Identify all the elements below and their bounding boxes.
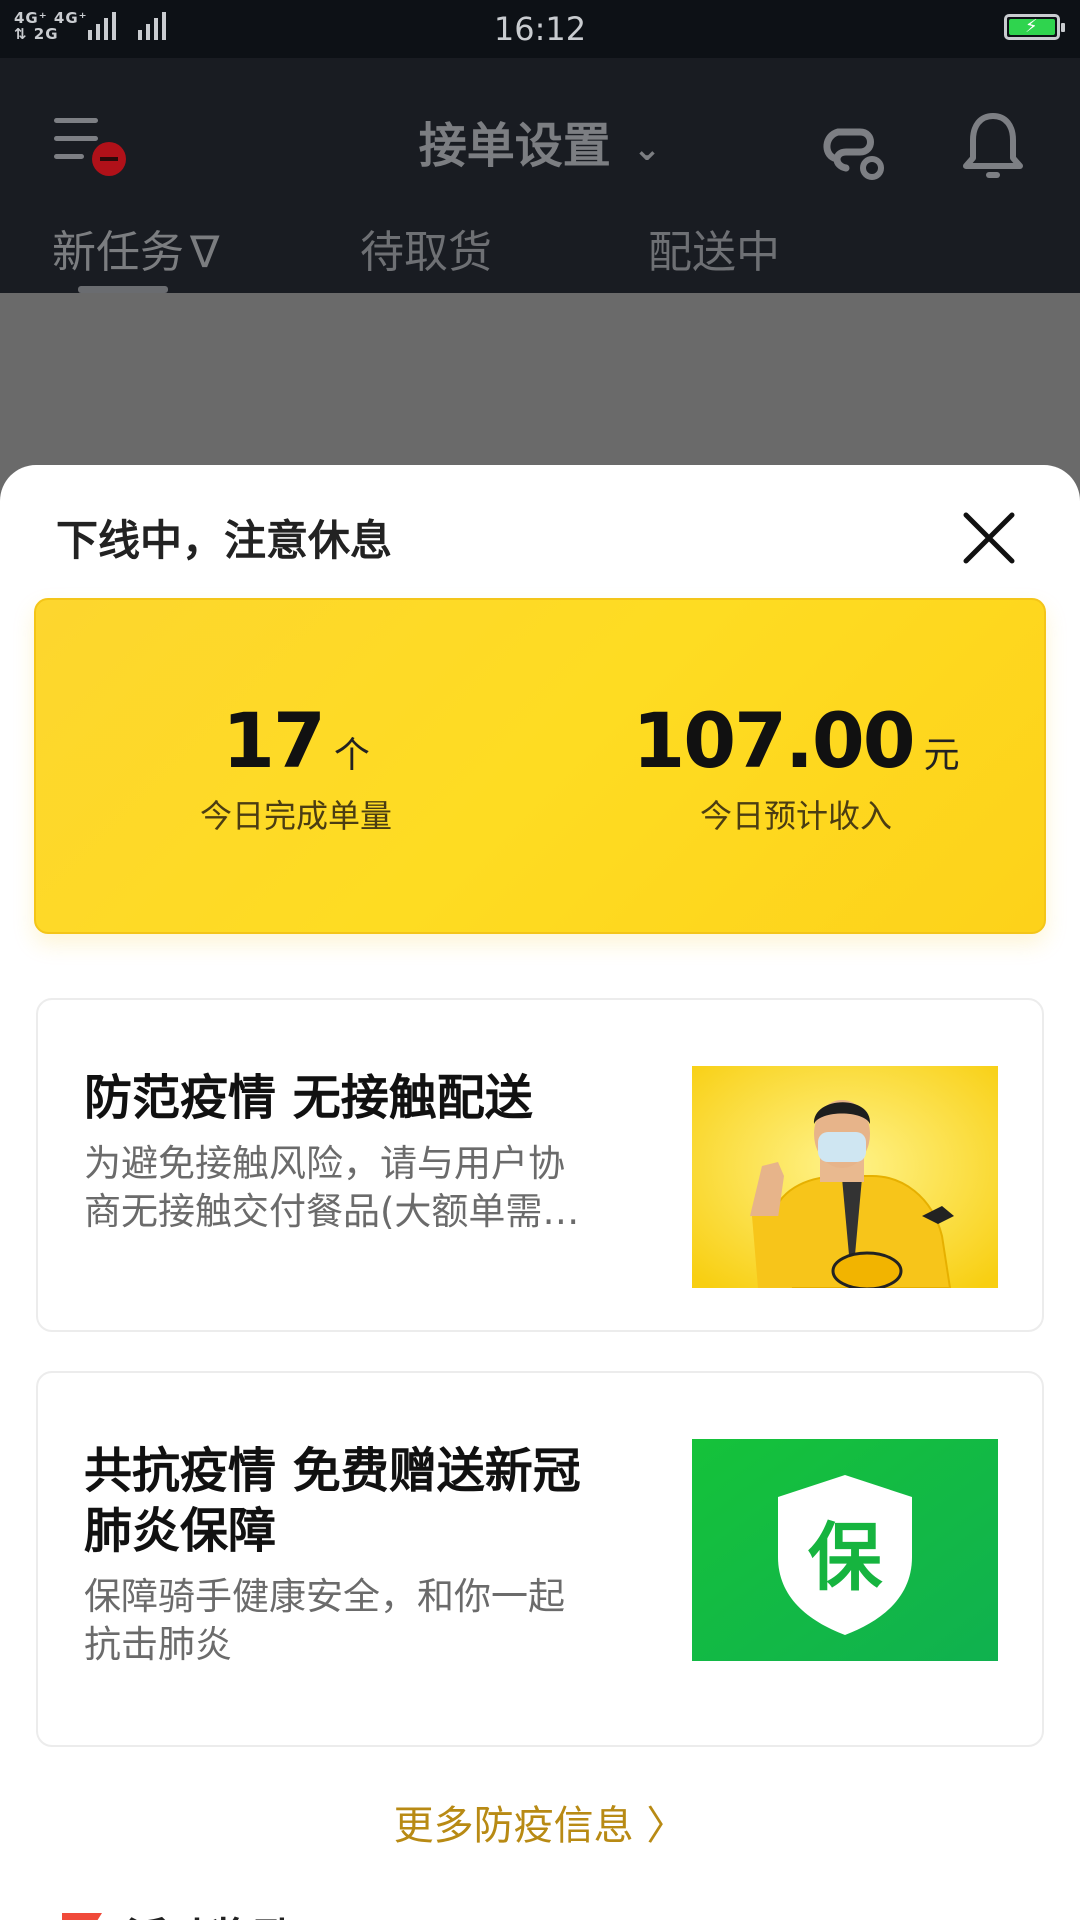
promo-title: 共抗疫情 免费赠送新冠 肺炎保障 xyxy=(84,1441,624,1561)
estimated-income-value: 107.00 xyxy=(632,696,915,785)
promo-description: 为避免接触风险，请与用户协 商无接触交付餐品(大额单需… xyxy=(84,1140,634,1236)
notification-bell-icon[interactable] xyxy=(960,110,1026,186)
tab-label: 配送中 xyxy=(648,227,780,278)
charging-icon: ⚡ xyxy=(1025,16,1038,37)
free-insurance-card[interactable]: 共抗疫情 免费赠送新冠 肺炎保障 保障骑手健康安全，和你一起 抗击肺炎 保 xyxy=(36,1371,1044,1747)
estimated-income-label: 今日预计收入 xyxy=(699,797,892,835)
promo-desc-line: 商无接触交付餐品(大额单需… xyxy=(84,1190,580,1233)
chevron-down-icon: ⌄ xyxy=(632,129,662,169)
insurance-badge-char: 保 xyxy=(808,1515,883,1601)
activity-rewards-row: 活动奖励 更多奖励活动 〉 xyxy=(0,1885,1080,1920)
tab-label: 新任务 xyxy=(52,227,184,278)
tab-new-tasks[interactable]: 新任务 ∇ xyxy=(52,216,219,280)
tab-label: 待取货 xyxy=(360,227,492,278)
filter-icon[interactable]: ∇ xyxy=(190,227,219,278)
app-header: 接单设置 ⌄ 新任务 ∇ 待取货 配送中 xyxy=(0,58,1080,293)
order-tabs: 新任务 ∇ 待取货 配送中 xyxy=(0,208,1080,293)
promo-title-line: 共抗疫情 免费赠送新冠 xyxy=(84,1443,581,1499)
today-stats-card[interactable]: 17 个 今日完成单量 107.00 元 今日预计收入 xyxy=(34,598,1046,934)
estimated-income-stat: 107.00 元 今日预计收入 xyxy=(536,696,1056,837)
promo-desc-line: 抗击肺炎 xyxy=(84,1623,232,1666)
status-bar: 4G⁺ 4G⁺ ⇅ 2G 16:12 ⚡ xyxy=(0,0,1080,58)
active-tab-indicator xyxy=(78,286,168,293)
more-epidemic-info-link[interactable]: 更多防疫信息 〉 xyxy=(0,1793,1080,1851)
close-icon[interactable] xyxy=(962,511,1016,565)
order-settings-dropdown[interactable]: 接单设置 ⌄ xyxy=(0,106,1080,176)
promo-description: 保障骑手健康安全，和你一起 抗击肺炎 xyxy=(84,1573,634,1669)
completed-orders-value: 17 xyxy=(222,696,326,785)
promo-desc-line: 保障骑手健康安全，和你一起 xyxy=(84,1575,565,1618)
estimated-income-unit: 元 xyxy=(923,735,960,776)
contactless-delivery-card[interactable]: 防范疫情 无接触配送 为避免接触风险，请与用户协 商无接触交付餐品(大额单需… xyxy=(36,998,1044,1332)
masked-rider-image xyxy=(692,1066,998,1288)
battery-icon: ⚡ xyxy=(1004,14,1065,40)
completed-orders-label: 今日完成单量 xyxy=(199,797,392,835)
promo-desc-line: 为避免接触风险，请与用户协 xyxy=(84,1142,565,1185)
insurance-shield-image: 保 xyxy=(692,1439,998,1661)
completed-orders-unit: 个 xyxy=(333,735,370,776)
tab-delivering[interactable]: 配送中 xyxy=(648,216,780,280)
offline-summary-sheet: 下线中，注意休息 17 个 今日完成单量 107.00 元 今日预计收入 防范疫情 … xyxy=(0,465,1080,1920)
header-title: 接单设置 xyxy=(418,118,611,174)
promo-title-line: 肺炎保障 xyxy=(84,1503,277,1559)
tab-awaiting-pickup[interactable]: 待取货 xyxy=(360,216,492,280)
promo-title: 防范疫情 无接触配送 xyxy=(84,1070,533,1126)
status-time: 16:12 xyxy=(493,10,587,48)
more-rewards-link[interactable]: 更多奖励活动 〉 xyxy=(766,1909,1044,1920)
completed-orders-stat: 17 个 今日完成单量 xyxy=(36,696,556,837)
sheet-title: 下线中，注意休息 xyxy=(56,516,393,565)
route-icon[interactable] xyxy=(820,114,890,184)
activity-rewards-title: 活动奖励 xyxy=(126,1905,294,1920)
reward-flag-icon xyxy=(62,1913,102,1920)
